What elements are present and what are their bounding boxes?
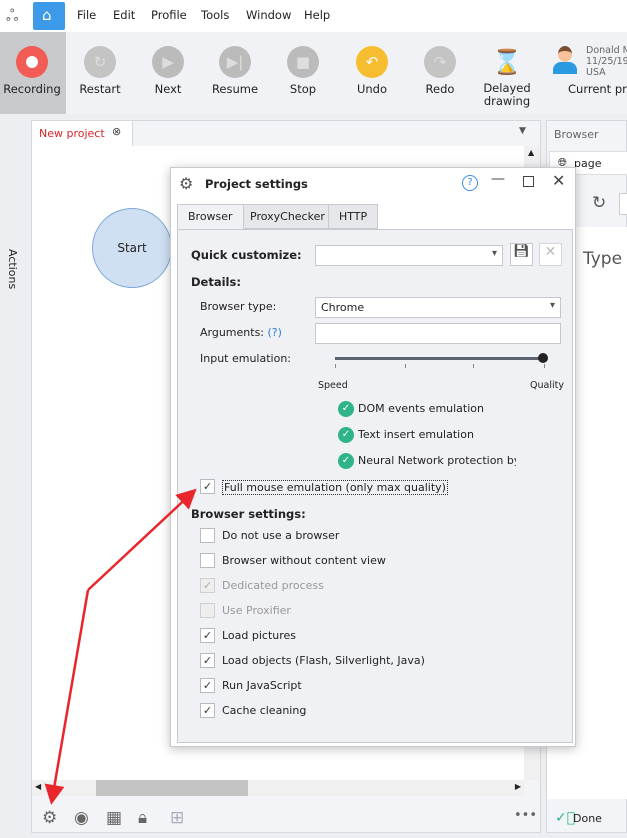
arrow-to-settings bbox=[44, 589, 90, 805]
annotation-arrows bbox=[44, 488, 197, 805]
arrow-to-checkbox bbox=[87, 488, 197, 591]
tab-browser[interactable]: Browser bbox=[177, 204, 244, 229]
